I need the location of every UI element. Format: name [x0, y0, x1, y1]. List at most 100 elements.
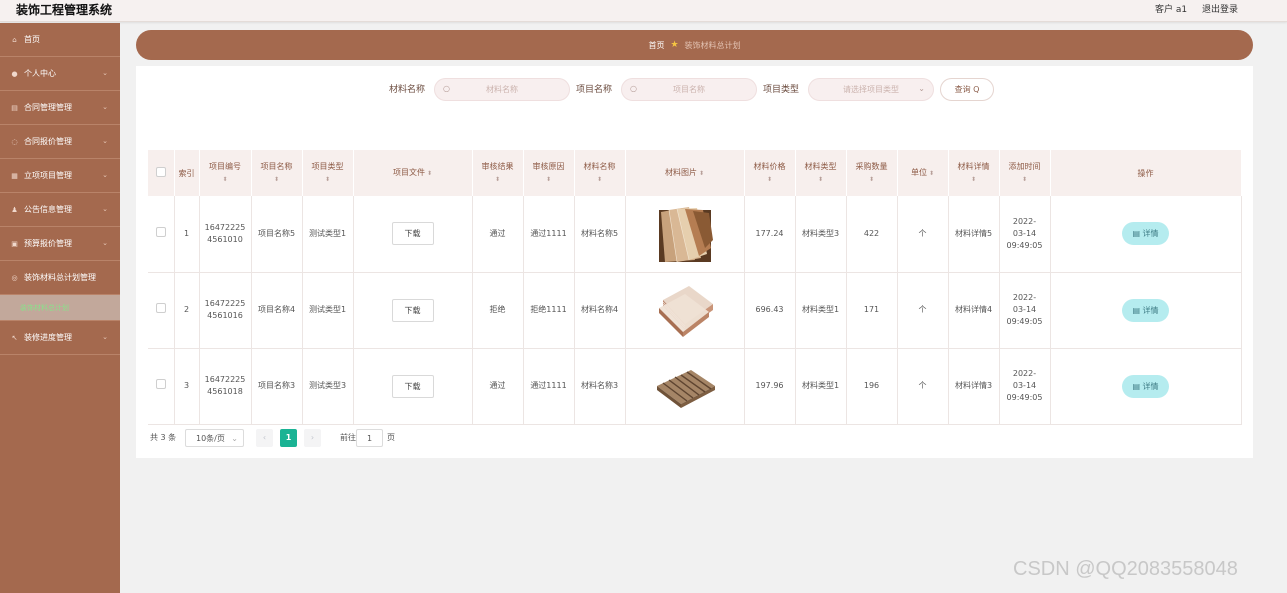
detail-button[interactable]: ▤ 详情	[1122, 374, 1169, 398]
sidebar-item-contract-quote[interactable]: ◌ 合同报价管理 ⌄	[0, 125, 120, 159]
sort-icon[interactable]: ⬍	[699, 170, 704, 177]
sort-icon[interactable]: ⬍	[303, 174, 353, 185]
header-project-type[interactable]: 项目类型 ⬍	[302, 150, 354, 196]
home-icon: ⌂	[12, 35, 17, 44]
sidebar-item-home[interactable]: ⌂ 首页	[0, 23, 120, 57]
download-button[interactable]: 下载	[391, 374, 434, 398]
sidebar-item-personal-center[interactable]: ● 个人中心 ⌄	[0, 57, 120, 91]
project-name-placeholder: 项目名称	[673, 85, 705, 94]
project-name-input[interactable]: ○ 项目名称	[621, 78, 757, 101]
table-row: 3 164722254561018 项目名称3 测试类型3 下载 通过 通过11…	[148, 348, 1242, 425]
material-name-input[interactable]: ○ 材料名称	[434, 78, 570, 101]
download-button[interactable]: 下载	[391, 298, 434, 322]
chevron-down-icon: ⌄	[102, 333, 108, 341]
sort-icon[interactable]: ⬍	[949, 174, 999, 185]
prev-page-button[interactable]: ‹	[256, 429, 273, 447]
cell-index: 3	[174, 348, 200, 425]
breadcrumb-home[interactable]: 首页	[648, 40, 664, 51]
sidebar-item-label: 装修进度管理	[24, 333, 72, 342]
cell-purchase-qty: 171	[846, 272, 898, 349]
detail-button[interactable]: ▤ 详情	[1122, 222, 1169, 246]
cell-project-no: 164722254561016	[199, 272, 252, 349]
sidebar-item-projects[interactable]: ▦ 立项项目管理 ⌄	[0, 159, 120, 193]
header-material-name[interactable]: 材料名称 ⬍	[574, 150, 626, 196]
cell-material-name: 材料名称5	[574, 196, 626, 273]
cell-project-type: 测试类型1	[302, 272, 354, 349]
header-material-detail[interactable]: 材料详情 ⬍	[948, 150, 1000, 196]
sort-icon[interactable]: ⬍	[847, 174, 897, 185]
header-unit[interactable]: 单位 ⬍	[897, 150, 949, 196]
cell-project-name: 项目名称3	[251, 348, 303, 425]
row-checkbox[interactable]	[155, 379, 166, 389]
watermark: CSDN @QQ2083558048	[1013, 558, 1238, 580]
material-icon: ◎	[11, 273, 18, 282]
material-image-grooved-panel[interactable]	[654, 356, 715, 416]
sidebar-item-label: 公告信息管理	[24, 205, 72, 214]
cell-add-time: 2022-03-14 09:49:05	[999, 196, 1051, 273]
sort-icon[interactable]: ⬍	[473, 174, 523, 185]
row-checkbox[interactable]	[155, 303, 166, 313]
sort-icon[interactable]: ⬍	[796, 174, 846, 185]
chevron-down-icon: ⌄	[102, 239, 108, 247]
header-add-time[interactable]: 添加时间 ⬍	[999, 150, 1051, 196]
page-number-current[interactable]: 1	[280, 429, 297, 447]
page-size-select[interactable]: 10条/页 ⌄	[185, 429, 244, 447]
header-actions: 操作	[1050, 150, 1242, 196]
chevron-down-icon: ⌄	[102, 137, 108, 145]
page-size-value: 10条/页	[196, 434, 225, 443]
table-row: 2 164722254561016 项目名称4 测试类型1 下载 拒绝 拒绝11…	[148, 272, 1242, 349]
sidebar-item-materials[interactable]: ◎ 装饰材料总计划管理	[0, 261, 120, 295]
sort-icon[interactable]: ⬍	[929, 170, 934, 177]
document-icon: ▤	[1132, 305, 1143, 315]
download-button[interactable]: 下载	[391, 222, 434, 246]
sidebar-subitem-material-plan[interactable]: 装饰材料总计划	[0, 295, 120, 321]
breadcrumb: 首页 ★ 装饰材料总计划	[136, 30, 1253, 60]
cell-review-result: 通过	[472, 348, 524, 425]
logout-link[interactable]: 退出登录	[1202, 3, 1238, 17]
cell-unit: 个	[897, 272, 949, 349]
sort-icon[interactable]: ⬍	[1000, 174, 1050, 185]
sort-icon[interactable]: ⬍	[745, 174, 795, 185]
goto-page-input[interactable]: 1	[356, 429, 383, 447]
sort-icon[interactable]: ⬍	[524, 174, 574, 185]
sidebar-item-progress[interactable]: ↖ 装修进度管理 ⌄	[0, 321, 120, 355]
sort-icon[interactable]: ⬍	[427, 170, 432, 177]
next-page-button[interactable]: ›	[304, 429, 321, 447]
cell-review-reason: 通过1111	[523, 196, 575, 273]
query-button[interactable]: 查询 Q	[940, 78, 994, 101]
sort-icon[interactable]: ⬍	[575, 174, 625, 185]
header-material-price[interactable]: 材料价格 ⬍	[744, 150, 796, 196]
breadcrumb-current: 装饰材料总计划	[684, 40, 741, 50]
header-project-no[interactable]: 项目编号 ⬍	[199, 150, 252, 196]
sidebar-item-notices[interactable]: ♟ 公告信息管理 ⌄	[0, 193, 120, 227]
header-purchase-qty[interactable]: 采购数量 ⬍	[846, 150, 898, 196]
header-project-file[interactable]: 项目文件 ⬍	[353, 150, 473, 196]
project-type-select[interactable]: 请选择项目类型 ⌄	[808, 78, 934, 101]
current-user[interactable]: 客户 a1	[1155, 3, 1187, 17]
select-all-cell	[148, 150, 175, 196]
header-project-name[interactable]: 项目名称 ⬍	[251, 150, 303, 196]
sort-icon[interactable]: ⬍	[200, 174, 251, 185]
document-icon: ▤	[1132, 229, 1143, 239]
material-image-wood-samples[interactable]	[654, 203, 715, 264]
cell-project-name: 项目名称4	[251, 272, 303, 349]
sidebar-item-budget[interactable]: ▣ 预算报价管理 ⌄	[0, 227, 120, 261]
cell-material-price: 696.43	[744, 272, 796, 349]
notice-icon: ♟	[11, 205, 18, 214]
cell-material-price: 197.96	[744, 348, 796, 425]
cell-material-type: 材料类型3	[795, 196, 847, 273]
detail-button[interactable]: ▤ 详情	[1122, 298, 1169, 322]
sort-icon[interactable]: ⬍	[252, 174, 302, 185]
sidebar-item-label: 装饰材料总计划管理	[24, 273, 96, 282]
sidebar-item-contract[interactable]: ▤ 合同管理管理 ⌄	[0, 91, 120, 125]
cell-material-name: 材料名称3	[574, 348, 626, 425]
header-review-result[interactable]: 审核结果 ⬍	[472, 150, 524, 196]
header-material-type[interactable]: 材料类型 ⬍	[795, 150, 847, 196]
cell-material-detail: 材料详情4	[948, 272, 1000, 349]
material-image-stacked-boards[interactable]	[654, 280, 715, 340]
header-review-reason[interactable]: 审核原因 ⬍	[523, 150, 575, 196]
row-checkbox[interactable]	[155, 226, 166, 237]
header-material-image[interactable]: 材料图片 ⬍	[625, 150, 745, 196]
cell-project-name: 项目名称5	[251, 196, 303, 273]
select-all-checkbox[interactable]	[155, 166, 166, 177]
